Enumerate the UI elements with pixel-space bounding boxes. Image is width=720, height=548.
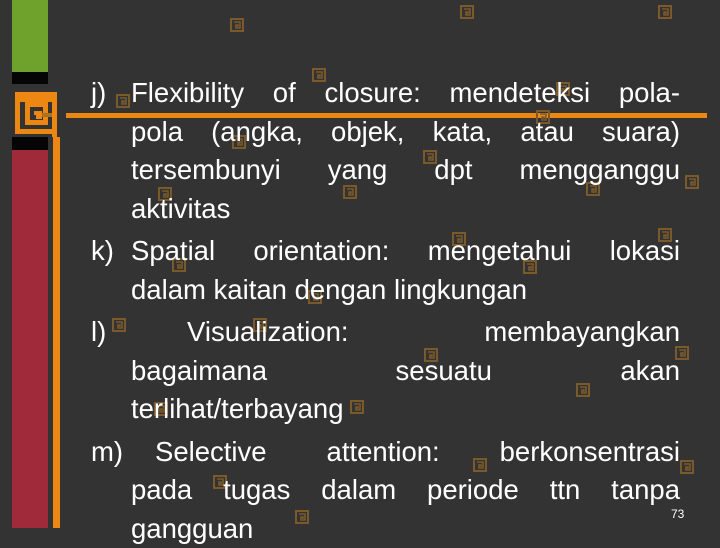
item-line: gangguan xyxy=(131,510,680,548)
greek-key-watermark-icon xyxy=(658,5,672,19)
item-line: Visualization: membayangkan xyxy=(187,313,680,352)
greek-key-watermark-icon xyxy=(230,18,244,32)
green-accent-bar xyxy=(12,0,48,72)
item-line: aktivitas xyxy=(131,190,680,229)
item-line: Selective attention: berkonsentrasi xyxy=(155,433,680,472)
black-divider-bottom xyxy=(12,137,48,150)
greek-key-watermark-icon xyxy=(460,5,474,19)
item-label: m) xyxy=(91,433,123,472)
item-line: tersembunyi yang dpt mengganggu xyxy=(131,151,680,190)
item-label: j) xyxy=(91,74,106,113)
item-label: k) xyxy=(91,232,114,271)
page-number: 73 xyxy=(671,507,684,521)
item-line: pada tugas dalam periode ttn tanpa xyxy=(131,471,680,510)
item-line: bagaimana sesuatu akan xyxy=(131,352,680,391)
red-accent-bar xyxy=(12,150,48,528)
item-line: pola (angka, objek, kata, atau suara) xyxy=(131,113,680,152)
greek-key-spiral-icon xyxy=(12,89,60,137)
slide-body: j) Flexibility of closure: mendeteksi po… xyxy=(91,74,680,548)
item-line: Spatial orientation: mengetahui lokasi xyxy=(131,232,680,271)
list-item-m: m) Selective attention: berkonsentrasi p… xyxy=(91,433,680,548)
item-line: Flexibility of closure: mendeteksi pola- xyxy=(131,74,680,113)
item-line: terlihat/terbayang xyxy=(131,390,680,429)
list-item-k: k) Spatial orientation: mengetahui lokas… xyxy=(91,232,680,309)
list-item-j: j) Flexibility of closure: mendeteksi po… xyxy=(91,74,680,228)
black-divider-top xyxy=(12,72,48,84)
item-label: l) xyxy=(91,313,106,352)
item-line: dalam kaitan dengan lingkungan xyxy=(131,271,680,310)
list-item-l: l) Visualization: membayangkan bagaimana… xyxy=(91,313,680,429)
orange-vertical-line xyxy=(53,89,60,528)
greek-key-watermark-icon xyxy=(685,175,699,189)
greek-key-watermark-icon xyxy=(680,460,694,474)
